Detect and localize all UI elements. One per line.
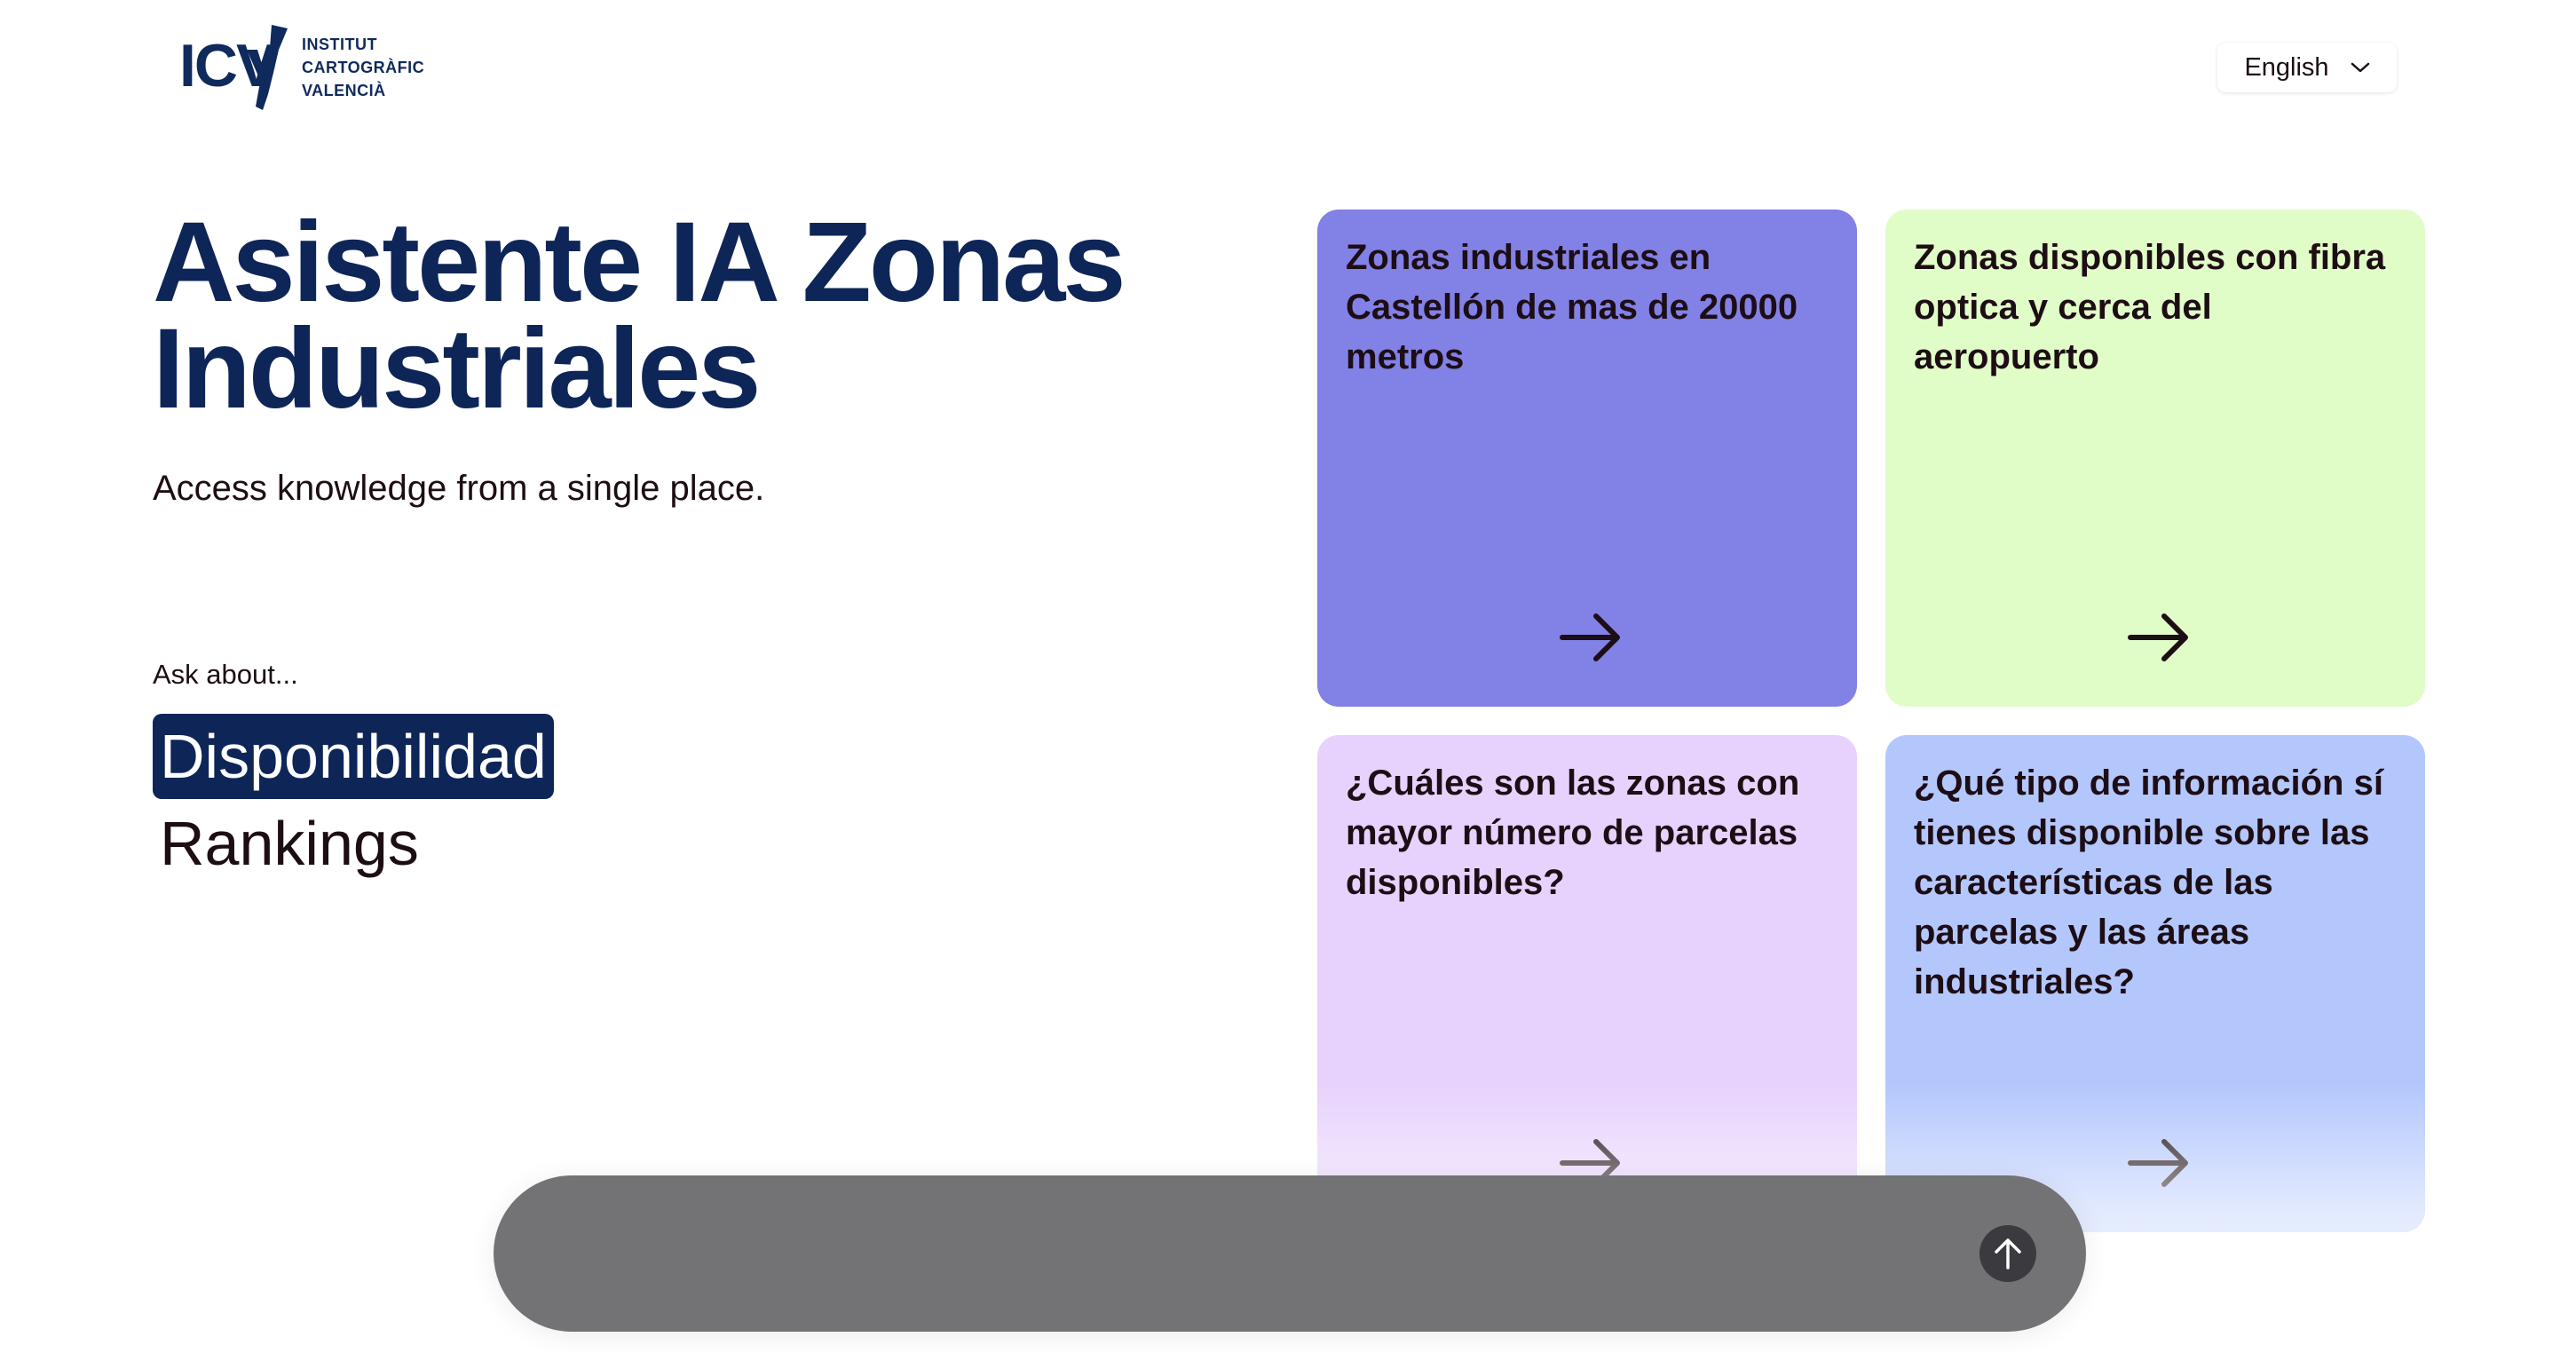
chat-input[interactable] [561, 1227, 1896, 1282]
topic-disponibilidad[interactable]: Disponibilidad [153, 714, 554, 799]
logo-text: INSTITUT CARTOGRÀFIC VALENCIÀ [302, 33, 424, 102]
logo-mark: ICV [179, 23, 295, 112]
suggestion-card-text: Zonas industriales en Castellón de mas d… [1346, 238, 1798, 376]
suggestion-card-text: ¿Cuáles son las zonas con mayor número d… [1346, 764, 1800, 902]
suggestion-card-text: ¿Qué tipo de información sí tienes dispo… [1914, 764, 2383, 1001]
arrow-right-icon [2128, 613, 2188, 661]
arrow-right-icon [2128, 1139, 2188, 1187]
suggestion-card-3[interactable]: ¿Cuáles son las zonas con mayor número d… [1317, 735, 1857, 1232]
arrow-up-icon [1995, 1238, 2021, 1270]
suggestion-card-4[interactable]: ¿Qué tipo de información sí tienes dispo… [1885, 735, 2425, 1232]
suggestion-card-1[interactable]: Zonas industriales en Castellón de mas d… [1317, 210, 1857, 707]
logo-text-line-3: VALENCIÀ [302, 82, 386, 99]
language-selected: English [2244, 52, 2329, 82]
chevron-down-icon [2351, 62, 2369, 73]
logo-text-line-2: CARTOGRÀFIC [302, 59, 425, 76]
send-button[interactable] [1979, 1225, 2036, 1282]
ask-about-label: Ask about... [153, 659, 298, 690]
chat-input-bar[interactable] [494, 1175, 2086, 1332]
page: ICV INSTITUT CARTOGRÀFIC VALENCIÀ Englis… [0, 0, 2576, 1353]
topic-rankings[interactable]: Rankings [153, 801, 426, 886]
page-subtitle: Access knowledge from a single place. [153, 469, 765, 508]
arrow-right-icon [1560, 613, 1620, 661]
suggestion-card-text: Zonas disponibles con fibra optica y cer… [1914, 238, 2386, 376]
logo-map-icon [247, 25, 288, 110]
page-title: Asistente IA Zonas Industriales [153, 199, 1126, 432]
suggestion-card-2[interactable]: Zonas disponibles con fibra optica y cer… [1885, 210, 2425, 707]
language-selector[interactable]: English [2217, 43, 2397, 92]
icv-logo[interactable]: ICV INSTITUT CARTOGRÀFIC VALENCIÀ [179, 23, 424, 112]
logo-text-line-1: INSTITUT [302, 36, 377, 53]
